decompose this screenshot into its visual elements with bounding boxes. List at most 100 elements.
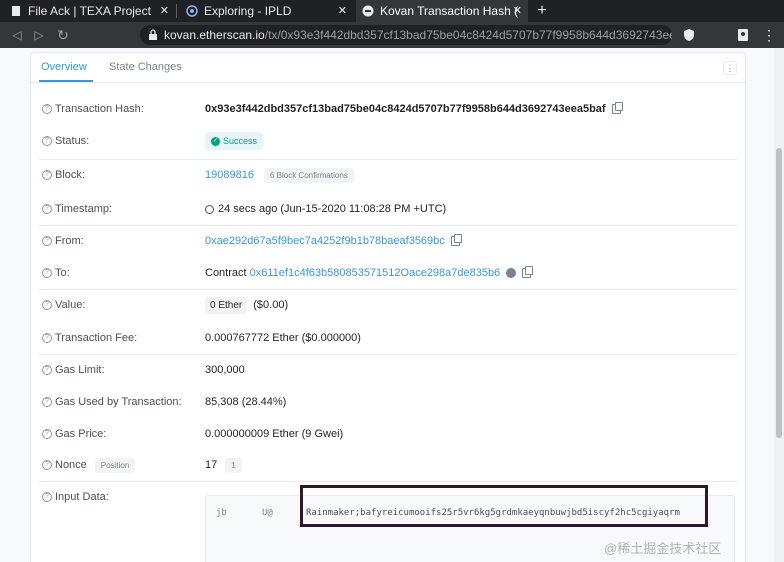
address-bar[interactable]: kovan.etherscan.io /tx/0x93e3f442dbd357c… [140, 25, 672, 45]
row-nonce: ? Nonce Position 17 1 [31, 455, 745, 475]
transaction-hash-value: 0x93e3f442dbd357cf13bad75be04c8424d5707b… [205, 103, 606, 115]
row-block: ? Block: 19089816 6 Block Confirmations [31, 165, 745, 185]
contract-prefix: Contract [205, 267, 247, 279]
position-value-badge: 1 [225, 457, 242, 473]
transaction-fee-value: 0.000767772 Ether ($0.000000) [205, 332, 361, 344]
help-icon[interactable]: ? [42, 136, 52, 146]
divider [39, 354, 737, 355]
row-transaction-hash: ? Transaction Hash: 0x93e3f442dbd357cf13b… [31, 99, 745, 119]
clock-icon [205, 204, 214, 214]
close-tab-icon[interactable]: ✕ [513, 3, 522, 19]
gas-price-value: 0.000000009 Ether (9 Gwei) [205, 428, 344, 440]
close-tab-icon[interactable]: ✕ [160, 3, 169, 19]
etherscan-icon [362, 5, 374, 17]
status-badge: ✓ Success [205, 132, 264, 150]
input-data-col2: U@ [262, 508, 273, 518]
row-label: Input Data: [55, 491, 109, 503]
row-timestamp: ? Timestamp: 24 secs ago (Jun-15-2020 11:… [31, 199, 745, 219]
from-address-link[interactable]: 0xae292d67a5f9bec7a4252f9b1b78baeaf3569b… [205, 235, 445, 247]
row-value: ? Value: 0 Ether ($0.00) [31, 295, 745, 315]
status-value: Success [223, 136, 258, 146]
divider [39, 289, 737, 290]
gas-used-value: 85,308 (28.44%) [205, 396, 287, 408]
close-tab-icon[interactable]: ✕ [338, 3, 347, 19]
row-label: Timestamp: [55, 203, 113, 215]
annotation-highlight-box [300, 485, 708, 527]
ether-value-badge: 0 Ether [205, 296, 248, 314]
active-tab-underline [39, 80, 93, 82]
help-icon[interactable]: ? [42, 397, 52, 407]
row-label: Status: [55, 135, 90, 147]
help-icon[interactable]: ? [42, 170, 52, 180]
transaction-tabs: Overview State Changes ⋮ [31, 53, 745, 83]
row-gas-used: ? Gas Used by Transaction: 85,308 (28.44%… [31, 392, 745, 412]
back-icon[interactable]: ◁ [8, 26, 26, 44]
file-icon [12, 6, 20, 16]
new-tab-button[interactable]: + [532, 1, 552, 21]
help-icon[interactable]: ? [42, 333, 52, 343]
row-label: Block: [55, 169, 85, 181]
help-icon[interactable]: ? [42, 268, 52, 278]
scrollbar-thumb[interactable] [776, 148, 782, 438]
menu-icon[interactable]: ⋮ [760, 26, 778, 44]
row-label: Transaction Hash: [55, 103, 144, 115]
more-options-icon[interactable]: ⋮ [723, 61, 737, 75]
reload-icon[interactable]: ↻ [54, 26, 72, 44]
row-label: Transaction Fee: [55, 332, 138, 344]
gas-limit-value: 300,000 [205, 364, 245, 376]
divider [39, 481, 737, 482]
tab-state-changes[interactable]: State Changes [109, 61, 182, 73]
browser-toolbar: ◁ ▷ ↻ kovan.etherscan.io /tx/0x93e3f442d… [0, 22, 784, 48]
divider [39, 159, 737, 160]
help-icon[interactable]: ? [42, 492, 52, 502]
nonce-value: 17 [205, 459, 218, 471]
row-label: Gas Price: [55, 428, 107, 440]
lock-icon [149, 29, 157, 40]
row-label: Gas Limit: [55, 364, 105, 376]
help-icon[interactable]: ? [42, 300, 52, 310]
row-label: To: [55, 267, 70, 279]
url-host: kovan.etherscan.io [164, 28, 265, 42]
help-icon[interactable]: ? [42, 365, 52, 375]
row-to: ? To: Contract 0x611ef1c4f63b580853571512… [31, 263, 745, 283]
url-path: /tx/0x93e3f442dbd357cf13bad75be04c8424d5… [264, 28, 672, 42]
tab-title: File Ack | TEXA Project [28, 4, 151, 18]
shield-extension-icon[interactable] [680, 26, 698, 44]
usd-value: ($0.00) [253, 299, 289, 311]
forward-icon[interactable]: ▷ [30, 26, 48, 44]
copy-icon[interactable] [611, 102, 623, 114]
verified-contract-icon [506, 268, 517, 278]
browser-tab-ipld[interactable]: Exploring - IPLD ✕ [178, 0, 353, 22]
help-icon[interactable]: ? [42, 236, 52, 246]
copy-icon[interactable] [450, 234, 462, 246]
page-scrollbar[interactable] [774, 48, 784, 562]
row-label: Nonce [55, 459, 87, 471]
copy-icon[interactable] [522, 266, 534, 278]
browser-tab-etherscan[interactable]: Kovan Transaction Hash ( ✕ [356, 0, 528, 22]
row-from: ? From: 0xae292d67a5f9bec7a4252f9b1b78bae… [31, 231, 745, 251]
help-icon[interactable]: ? [42, 429, 52, 439]
help-icon[interactable]: ? [42, 460, 52, 470]
browser-tab-texa[interactable]: File Ack | TEXA Project ✕ [0, 0, 175, 22]
timestamp-value: 24 secs ago (Jun-15-2020 11:08:28 PM +UT… [218, 203, 447, 215]
divider [39, 225, 737, 226]
row-label: Gas Used by Transaction: [55, 396, 182, 408]
help-icon[interactable]: ? [42, 104, 52, 114]
confirmations-badge: 6 Block Confirmations [263, 167, 354, 183]
row-status: ? Status: ✓ Success [31, 131, 745, 151]
row-label: Value: [55, 299, 86, 311]
watermark: @稀土掘金技术社区 [604, 541, 722, 556]
tab-title: Exploring - IPLD [204, 4, 292, 18]
to-address-link[interactable]: 0x611ef1c4f63b580853571512Oace298a7de835… [250, 267, 501, 279]
row-gas-price: ? Gas Price: 0.000000009 Ether (9 Gwei) [31, 424, 745, 444]
block-number-link[interactable]: 19089816 [205, 169, 254, 181]
ipld-icon [186, 5, 198, 17]
check-circle-icon: ✓ [211, 136, 220, 146]
browser-tab-bar: File Ack | TEXA Project ✕ Exploring - IP… [0, 0, 784, 22]
profile-icon[interactable] [734, 26, 752, 44]
row-gas-limit: ? Gas Limit: 300,000 [31, 360, 745, 380]
help-icon[interactable]: ? [42, 204, 52, 214]
input-data-col1: jb [216, 508, 227, 518]
tab-overview[interactable]: Overview [41, 61, 87, 73]
row-transaction-fee: ? Transaction Fee: 0.000767772 Ether ($0.… [31, 328, 745, 348]
